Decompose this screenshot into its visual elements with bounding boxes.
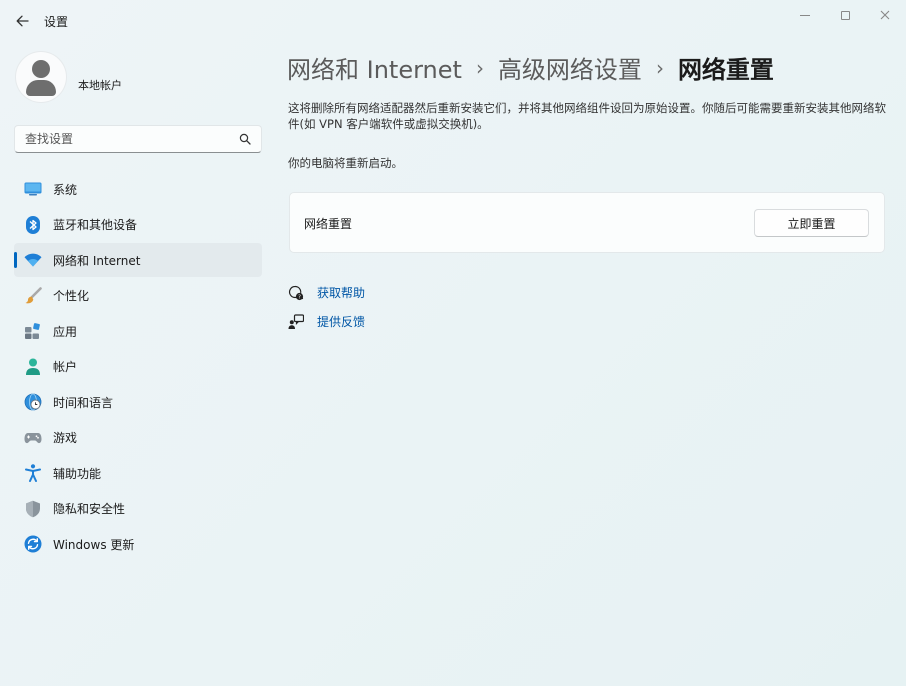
sidebar-item-network[interactable]: 网络和 Internet bbox=[14, 243, 262, 277]
update-icon bbox=[24, 535, 42, 553]
feedback-icon bbox=[288, 313, 304, 330]
person-icon bbox=[24, 358, 42, 376]
avatar-head bbox=[32, 60, 50, 78]
maximize-icon bbox=[840, 10, 850, 20]
monitor-icon bbox=[24, 180, 42, 198]
get-help-label: 获取帮助 bbox=[317, 286, 366, 300]
selection-indicator bbox=[14, 252, 17, 268]
reset-now-button[interactable]: 立即重置 bbox=[754, 209, 869, 237]
search-icon bbox=[239, 133, 251, 145]
search-box[interactable] bbox=[14, 125, 262, 153]
breadcrumb: 网络和 Internet › 高级网络设置 › 网络重置 bbox=[287, 50, 774, 85]
maximize-button[interactable] bbox=[825, 4, 865, 26]
minimize-icon bbox=[800, 14, 810, 16]
breadcrumb-advanced-network[interactable]: 高级网络设置 bbox=[498, 50, 642, 85]
chevron-right-icon: › bbox=[655, 55, 664, 80]
sidebar-item-label: 游戏 bbox=[53, 431, 78, 445]
account-name: 本地帐户 bbox=[78, 79, 122, 92]
close-icon bbox=[880, 10, 890, 20]
account-header[interactable]: 本地帐户 bbox=[16, 52, 122, 102]
avatar-body bbox=[26, 80, 56, 96]
globe-clock-icon bbox=[24, 393, 42, 411]
chevron-right-icon: › bbox=[475, 55, 484, 80]
sidebar-item-accounts[interactable]: 帐户 bbox=[14, 350, 262, 384]
get-help-link[interactable]: ? 获取帮助 bbox=[288, 284, 365, 301]
sidebar-item-label: 网络和 Internet bbox=[53, 253, 141, 268]
wifi-icon bbox=[24, 251, 42, 269]
close-button[interactable] bbox=[865, 4, 905, 26]
brush-icon bbox=[24, 286, 42, 305]
sidebar-nav: 系统 蓝牙和其他设备 网络和 Internet 个性化 应用 帐户 时间和语言 … bbox=[14, 172, 262, 563]
give-feedback-label: 提供反馈 bbox=[317, 315, 366, 329]
sidebar-item-privacy-security[interactable]: 隐私和安全性 bbox=[14, 492, 262, 526]
sidebar-item-label: 应用 bbox=[53, 324, 78, 339]
sidebar-item-bluetooth[interactable]: 蓝牙和其他设备 bbox=[14, 208, 262, 242]
shield-icon bbox=[24, 500, 42, 518]
svg-text:?: ? bbox=[298, 294, 301, 300]
restart-note: 你的电脑将重新启动。 bbox=[288, 156, 403, 170]
bluetooth-icon bbox=[24, 215, 42, 234]
sidebar-item-personalization[interactable]: 个性化 bbox=[14, 279, 262, 313]
page-title: 网络重置 bbox=[677, 56, 774, 84]
back-button[interactable] bbox=[10, 10, 34, 32]
network-reset-label: 网络重置 bbox=[304, 217, 353, 231]
accessibility-icon bbox=[24, 464, 42, 482]
reset-description: 这将删除所有网络适配器然后重新安装它们，并将其他网络组件设回为原始设置。你随后可… bbox=[288, 101, 886, 131]
sidebar-item-windows-update[interactable]: Windows 更新 bbox=[14, 527, 262, 561]
title-bar: 设置 bbox=[0, 0, 906, 40]
sidebar-item-accessibility[interactable]: 辅助功能 bbox=[14, 456, 262, 490]
sidebar-item-label: 蓝牙和其他设备 bbox=[53, 218, 138, 232]
sidebar-item-label: 帐户 bbox=[53, 360, 78, 374]
sidebar-item-apps[interactable]: 应用 bbox=[14, 314, 262, 348]
gamepad-icon bbox=[24, 429, 42, 447]
network-reset-card: 网络重置 立即重置 bbox=[289, 192, 885, 253]
back-arrow-icon bbox=[16, 15, 29, 27]
sidebar-item-label: 个性化 bbox=[53, 289, 90, 303]
sidebar-item-label: 辅助功能 bbox=[53, 466, 102, 481]
sidebar-item-time-language[interactable]: 时间和语言 bbox=[14, 385, 262, 419]
app-title: 设置 bbox=[44, 15, 69, 29]
sidebar-item-gaming[interactable]: 游戏 bbox=[14, 421, 262, 455]
sidebar-item-label: 时间和语言 bbox=[53, 395, 114, 410]
sidebar-item-system[interactable]: 系统 bbox=[14, 172, 262, 206]
sidebar-item-label: 隐私和安全性 bbox=[53, 502, 126, 516]
apps-icon bbox=[24, 322, 42, 340]
search-input[interactable] bbox=[25, 132, 225, 146]
help-icon: ? bbox=[288, 285, 304, 301]
avatar bbox=[16, 52, 66, 102]
breadcrumb-network[interactable]: 网络和 Internet bbox=[287, 50, 462, 85]
minimize-button[interactable] bbox=[785, 4, 825, 26]
give-feedback-link[interactable]: 提供反馈 bbox=[288, 313, 365, 330]
settings-window: 设置 本地帐户 系统 蓝牙和其他设备 bbox=[0, 0, 906, 686]
sidebar-item-label: 系统 bbox=[53, 182, 78, 197]
sidebar-item-label: Windows 更新 bbox=[53, 537, 135, 552]
